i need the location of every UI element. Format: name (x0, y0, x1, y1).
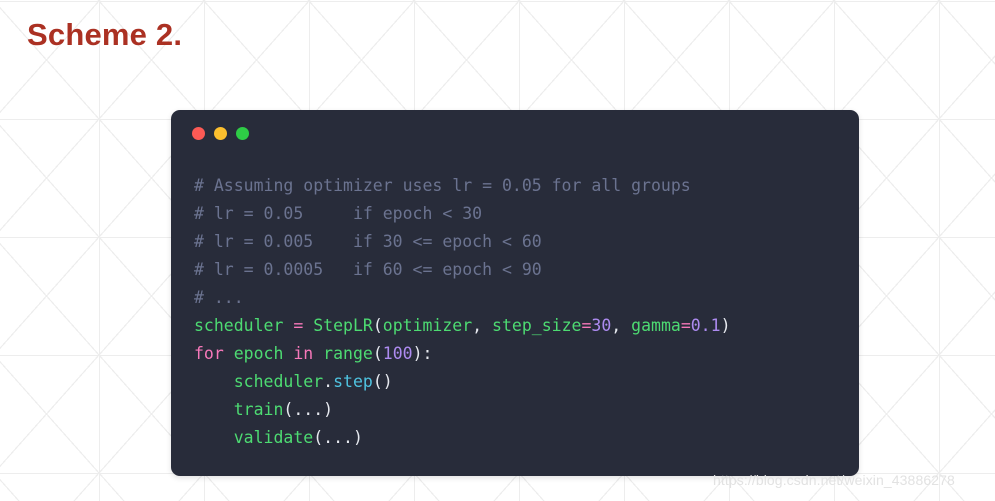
code-token-punct (283, 316, 293, 335)
code-token-name: step_size (492, 316, 582, 335)
code-token-name: validate (233, 428, 314, 447)
code-token-name: gamma (631, 316, 681, 335)
code-line: # lr = 0.0005 if 60 <= epoch < 90 (194, 256, 853, 284)
code-token-punct: (...) (283, 400, 334, 419)
code-token-operator: = (581, 316, 592, 335)
code-token-number: 0.1 (690, 316, 721, 335)
window-controls (192, 127, 249, 140)
code-token-punct: () (372, 372, 393, 391)
code-line: scheduler = StepLR(optimizer, step_size=… (194, 312, 853, 340)
code-line: # lr = 0.005 if 30 <= epoch < 60 (194, 228, 853, 256)
code-content[interactable]: # Assuming optimizer uses lr = 0.05 for … (194, 172, 853, 452)
code-token-punct: ): (412, 344, 433, 363)
page-title: Scheme 2. (27, 17, 183, 52)
code-token-name: scheduler (194, 316, 284, 335)
code-token-method: step (333, 372, 373, 391)
code-token-operator: = (680, 316, 691, 335)
code-line: # ... (194, 284, 853, 312)
code-token-keyword: for (194, 344, 224, 363)
code-line: scheduler.step() (194, 368, 853, 396)
watermark: https://blog.csdn.net/weixin_43886278 (713, 472, 955, 488)
code-token-comment: # Assuming optimizer uses lr = 0.05 for … (194, 176, 691, 195)
code-token-name: StepLR (313, 316, 373, 335)
code-token-number: 100 (382, 344, 413, 363)
close-button[interactable] (192, 127, 205, 140)
code-line: # Assuming optimizer uses lr = 0.05 for … (194, 172, 853, 200)
code-token-punct: ( (372, 316, 383, 335)
code-token-name: optimizer (382, 316, 473, 335)
code-token-punct: (...) (313, 428, 363, 447)
code-token-punct (194, 428, 234, 447)
code-line: for epoch in range(100): (194, 340, 853, 368)
code-token-comment: # lr = 0.005 if 30 <= epoch < 60 (194, 232, 542, 251)
code-line: train(...) (194, 396, 853, 424)
code-line: validate(...) (194, 424, 853, 452)
code-token-number: 30 (591, 316, 612, 335)
code-token-name: train (233, 400, 284, 419)
code-token-keyword: in (293, 344, 314, 363)
code-window: # Assuming optimizer uses lr = 0.05 for … (171, 110, 859, 476)
code-token-comment: # lr = 0.05 if epoch < 30 (194, 204, 483, 223)
code-token-punct: . (323, 372, 334, 391)
code-token-punct (283, 344, 293, 363)
code-token-punct: ( (372, 344, 383, 363)
code-token-punct: , (611, 316, 632, 335)
code-token-name: scheduler (233, 372, 324, 391)
code-token-punct (194, 400, 234, 419)
maximize-button[interactable] (236, 127, 249, 140)
code-token-comment: # lr = 0.0005 if 60 <= epoch < 90 (194, 260, 542, 279)
minimize-button[interactable] (214, 127, 227, 140)
code-token-punct: , (472, 316, 493, 335)
code-line: # lr = 0.05 if epoch < 30 (194, 200, 853, 228)
code-token-comment: # ... (194, 288, 244, 307)
code-token-punct (303, 316, 313, 335)
code-token-punct (313, 344, 323, 363)
code-token-name: range (323, 344, 373, 363)
code-token-punct (224, 344, 234, 363)
code-token-punct: ) (720, 316, 731, 335)
code-token-punct (194, 372, 234, 391)
code-token-name: epoch (233, 344, 284, 363)
code-token-operator: = (293, 316, 304, 335)
